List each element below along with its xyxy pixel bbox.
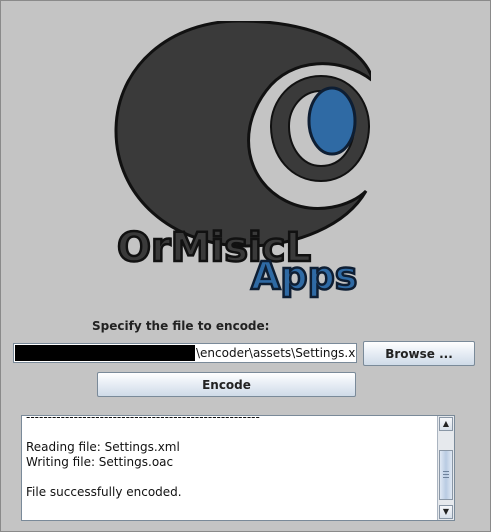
encode-button[interactable]: Encode: [97, 372, 356, 397]
file-path-input[interactable]: \encoder\assets\Settings.xml: [13, 343, 357, 363]
app-logo: OrMisicL Apps: [114, 21, 371, 299]
file-prompt-label: Specify the file to encode:: [92, 319, 270, 333]
logo-blue-oval: [307, 86, 357, 156]
redacted-path-prefix: [15, 345, 195, 361]
browse-button[interactable]: Browse ...: [363, 341, 475, 366]
scrollbar-thumb[interactable]: [439, 450, 453, 500]
log-output-area[interactable]: ----------------------------------------…: [21, 410, 455, 521]
logo-text-line2: Apps: [251, 254, 357, 298]
grip-line: [443, 474, 449, 475]
file-path-value: \encoder\assets\Settings.xml: [196, 346, 357, 360]
arrow-down-icon[interactable]: ▼: [439, 505, 453, 519]
grip-line: [443, 477, 449, 478]
log-text: ----------------------------------------…: [26, 410, 260, 499]
arrow-up-icon[interactable]: ▲: [439, 417, 453, 431]
log-scrollbar[interactable]: ▲ ▼: [437, 416, 454, 520]
grip-line: [443, 471, 449, 472]
